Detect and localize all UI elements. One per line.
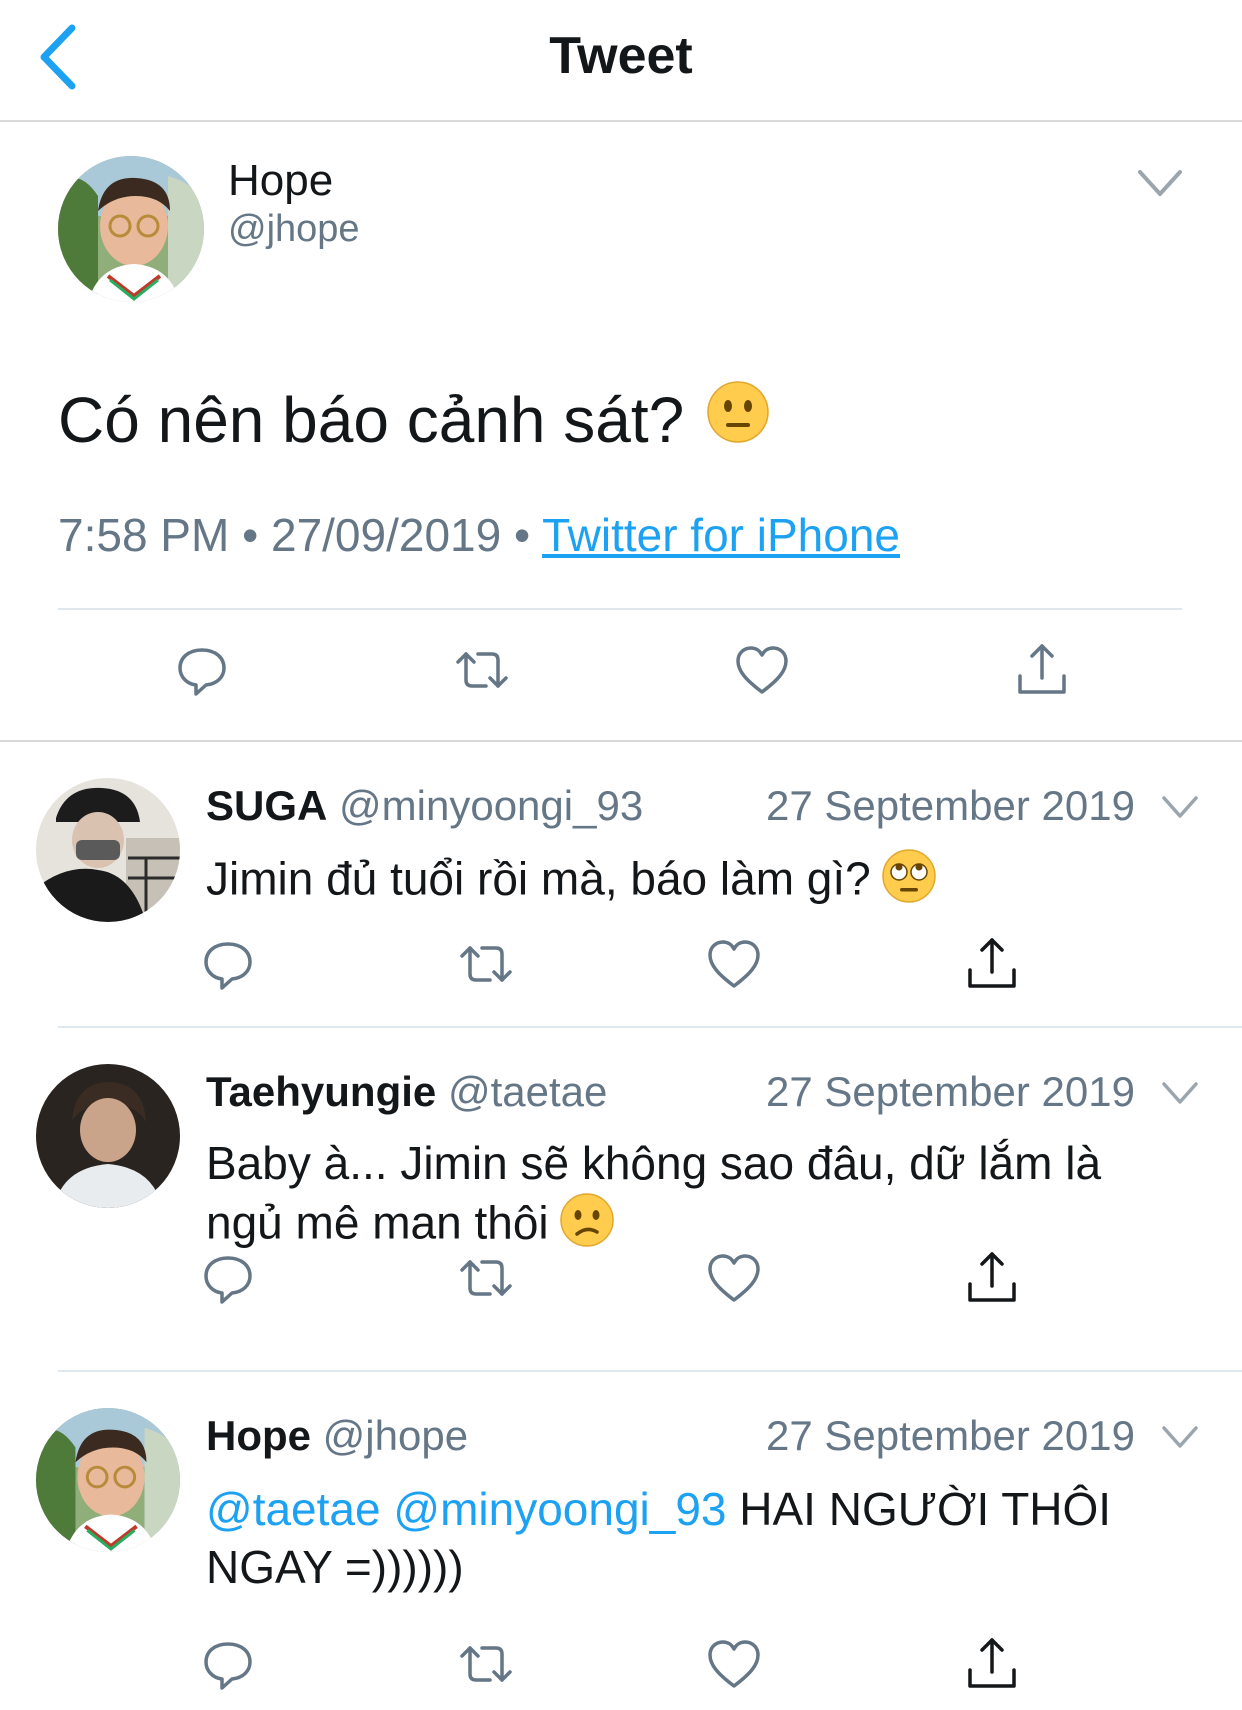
chevron-down-icon (1162, 796, 1198, 818)
reply-options-button[interactable] (1160, 792, 1200, 822)
tweet-text: Có nên báo cảnh sát? (58, 380, 770, 459)
share-icon (968, 1252, 1016, 1302)
reply-date: 27 September 2019 (766, 1412, 1135, 1459)
section-divider (0, 740, 1242, 742)
tweet-actions (0, 640, 1242, 710)
profile-photo (36, 1408, 180, 1552)
share-icon (968, 938, 1016, 988)
profile-photo (36, 778, 180, 922)
heart-icon (708, 1254, 760, 1302)
heart-icon (708, 1640, 760, 1688)
chevron-down-icon (1162, 1082, 1198, 1104)
like-button[interactable] (732, 640, 792, 700)
confused-face-emoji (559, 1192, 615, 1261)
like-button[interactable] (704, 934, 764, 994)
reply-text: @taetae @minyoongi_93 HAI NGƯỜI THÔI NGA… (206, 1480, 1166, 1596)
reply-button[interactable] (198, 1634, 258, 1694)
navigation-bar: Tweet (0, 0, 1242, 122)
heart-icon (736, 646, 788, 694)
mention-link[interactable]: @minyoongi_93 (393, 1483, 726, 1535)
share-button[interactable] (962, 1248, 1022, 1308)
reply-options-button[interactable] (1160, 1078, 1200, 1108)
reply-author-handle[interactable]: @taetae (448, 1068, 607, 1115)
neutral-face-emoji (706, 380, 770, 459)
divider (58, 1026, 1242, 1028)
reply-button[interactable] (198, 1248, 258, 1308)
reply-header: Hope @jhope (206, 1412, 468, 1460)
share-button[interactable] (1012, 640, 1072, 700)
profile-photo (58, 156, 204, 302)
heart-icon (708, 940, 760, 988)
reply-author-name[interactable]: Hope (206, 1412, 311, 1459)
retweet-icon (460, 1260, 512, 1296)
reply-text-content: Baby à... Jimin sẽ không sao đâu, dữ lắm… (206, 1137, 1102, 1249)
reply-icon (204, 942, 252, 990)
meta-separator: • (514, 509, 531, 561)
retweet-button[interactable] (456, 1634, 516, 1694)
retweet-icon (456, 652, 508, 688)
share-button[interactable] (962, 934, 1022, 994)
tweet-options-button[interactable] (1136, 166, 1184, 200)
tweet-text-content: Có nên báo cảnh sát? (58, 383, 685, 456)
avatar[interactable] (58, 156, 204, 302)
tweet-time: 7:58 PM (58, 509, 230, 561)
reply-button[interactable] (172, 640, 232, 700)
avatar[interactable] (36, 1064, 180, 1208)
reply-text: Baby à... Jimin sẽ không sao đâu, dữ lắm… (206, 1134, 1166, 1261)
retweet-button[interactable] (452, 640, 512, 700)
share-icon (1018, 644, 1066, 694)
reply-author-handle[interactable]: @minyoongi_93 (339, 782, 643, 829)
like-button[interactable] (704, 1634, 764, 1694)
reply-button[interactable] (198, 934, 258, 994)
reply-options-button[interactable] (1160, 1422, 1200, 1452)
reply-author-handle[interactable]: @jhope (323, 1412, 468, 1459)
page-title: Tweet (549, 27, 693, 85)
reply-header: SUGA @minyoongi_93 (206, 782, 643, 830)
meta-separator: • (242, 509, 259, 561)
share-icon (968, 1638, 1016, 1688)
face-with-rolling-eyes-emoji (881, 848, 937, 917)
reply-icon (178, 648, 226, 696)
divider (58, 608, 1182, 610)
reply-text-content: Jimin đủ tuổi rồi mà, báo làm gì? (206, 852, 871, 905)
reply-author-name[interactable]: Taehyungie (206, 1068, 436, 1115)
retweet-icon (460, 946, 512, 982)
reply-icon (204, 1256, 252, 1304)
reply-icon (204, 1642, 252, 1690)
author-name[interactable]: Hope (228, 156, 333, 206)
reply-text: Jimin đủ tuổi rồi mà, báo làm gì? (206, 848, 1166, 917)
retweet-button[interactable] (456, 1248, 516, 1308)
share-button[interactable] (962, 1634, 1022, 1694)
retweet-button[interactable] (456, 934, 516, 994)
tweet-source-link[interactable]: Twitter for iPhone (542, 509, 900, 561)
tweet-meta: 7:58 PM • 27/09/2019 • Twitter for iPhon… (58, 508, 900, 562)
retweet-icon (460, 1646, 512, 1682)
reply-header: Taehyungie @taetae (206, 1068, 607, 1116)
profile-photo (36, 1064, 180, 1208)
divider (58, 1370, 1242, 1372)
avatar[interactable] (36, 778, 180, 922)
tweet-date: 27/09/2019 (270, 509, 502, 561)
reply-date: 27 September 2019 (766, 1068, 1135, 1115)
author-handle[interactable]: @jhope (228, 208, 360, 251)
chevron-down-icon (1138, 170, 1182, 196)
mention-link[interactable]: @taetae (206, 1483, 381, 1535)
reply-date: 27 September 2019 (766, 782, 1135, 829)
chevron-down-icon (1162, 1426, 1198, 1448)
avatar[interactable] (36, 1408, 180, 1552)
reply-author-name[interactable]: SUGA (206, 782, 327, 829)
like-button[interactable] (704, 1248, 764, 1308)
